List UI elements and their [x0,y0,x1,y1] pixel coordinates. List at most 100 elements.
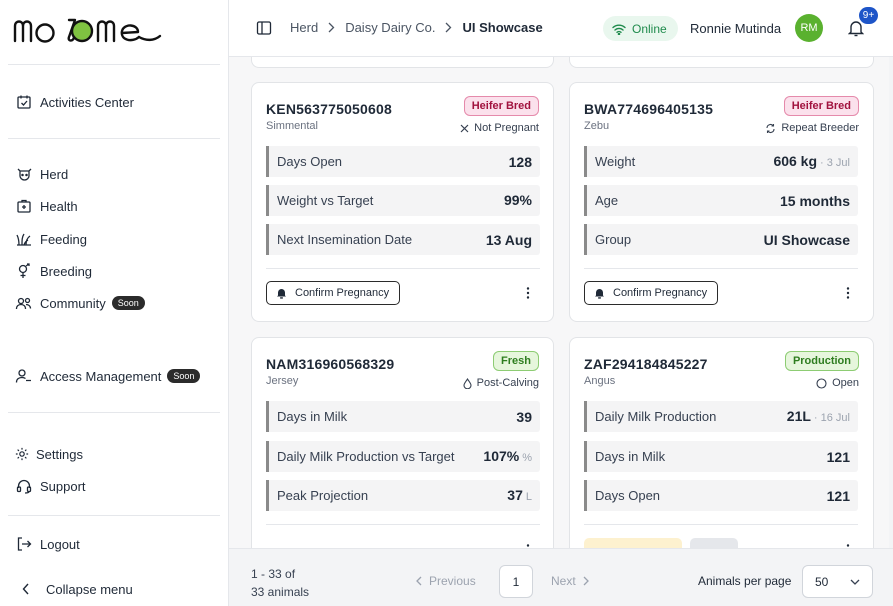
breadcrumb-herd[interactable]: Herd [290,20,318,35]
metric-value: UI Showcase [763,231,850,248]
metric-value: 21L [786,407,811,424]
previous-page-button[interactable]: Previous [416,574,476,588]
sidebar-item-label: Access Management [40,368,162,384]
mooome-logo[interactable] [12,8,164,48]
breadcrumb-farm[interactable]: Daisy Dairy Co. [345,20,435,35]
sidebar-item-logout[interactable]: Logout [15,533,80,555]
range-line-2: 33 animals [251,585,310,599]
soon-badge: Soon [111,296,145,310]
metric-value: 606 kg [773,152,818,169]
sidebar-item-feeding[interactable]: Feeding [15,228,87,250]
metric-date: · 3 Jul [820,156,850,169]
metric-row: Daily Milk Production vs Target 107%% [266,441,540,472]
previous-label: Previous [429,574,476,588]
metric-label: Peak Projection [277,488,369,503]
animal-tag-id[interactable]: BWA774696405135 [584,101,713,117]
card-divider [266,268,540,269]
metric-value: 37 [507,486,523,503]
card-divider [266,524,540,525]
sidebar-item-support[interactable]: Support [15,475,86,497]
animal-breed: Jersey [266,375,299,387]
sidebar-toggle-icon[interactable] [256,20,272,36]
metric-row: Daily Milk Production 21L · 16 Jul [584,401,858,432]
bell-icon [594,287,613,299]
current-page[interactable]: 1 [499,565,533,598]
metric-row: Days Open 121 [584,480,858,511]
sidebar-item-breeding[interactable]: Breeding [15,260,92,282]
sidebar-item-access-management[interactable]: Access Management Soon [15,365,201,387]
animal-card[interactable]: BWA774696405135 Zebu Heifer Bred Repeat … [569,82,874,322]
user-name[interactable]: Ronnie Mutinda [690,21,781,36]
sidebar-divider [8,138,220,139]
metric-label: Days Open [277,154,343,169]
sidebar-item-label: Breeding [40,263,93,279]
scrollbar[interactable] [889,57,893,548]
sidebar-item-settings[interactable]: Settings [15,443,83,465]
gear-icon [15,445,29,463]
metric-row: Days in Milk 39 [266,401,540,432]
animal-tag-id[interactable]: NAM316960568329 [266,356,394,372]
chevron-left-icon [20,580,32,598]
metric-label: Group [595,232,632,247]
sidebar-item-label: Community [40,295,106,311]
per-page-value: 50 [815,574,829,589]
metric-value: 128 [508,153,532,170]
logout-icon [15,535,33,553]
sidebar-divider [8,412,220,413]
substatus-label: Open [832,377,859,389]
x-icon [460,124,474,133]
animal-card[interactable]: KEN563775050608 Simmental Heifer Bred No… [251,82,554,322]
soon-badge: Soon [167,369,201,383]
confirm-pregnancy-button[interactable]: Confirm Pregnancy [584,281,719,305]
next-page-button[interactable]: Next [551,574,589,588]
sidebar-item-health[interactable]: Health [15,195,78,217]
gender-icon [15,262,33,280]
sidebar-item-label: Activities Center [40,94,134,110]
sidebar-item-label: Health [40,198,78,214]
substatus-label: Post-Calving [476,377,539,389]
sidebar-item-herd[interactable]: Herd [15,163,68,185]
metric-row: Peak Projection 37 L [266,480,540,511]
chevron-right-icon [583,576,589,586]
circle-icon [816,377,832,389]
metric-label: Next Insemination Date [277,232,413,247]
substatus-label: Not Pregnant [474,122,539,134]
more-options-icon[interactable] [525,286,531,300]
repeat-icon [765,123,781,134]
per-page-select[interactable]: 50 [802,565,873,598]
calendar-check-icon [15,93,33,111]
animal-breed: Zebu [584,120,610,132]
metric-row: Days Open 128 [266,146,540,177]
metric-unit: % [522,451,532,464]
animal-card[interactable]: NAM316960568329 Jersey Fresh Post-Calvin… [251,337,554,567]
sidebar-item-label: Settings [36,446,83,462]
sidebar-divider [8,515,220,516]
metric-value: 121 [826,448,850,465]
sidebar-item-label: Herd [40,166,69,182]
sidebar-item-community[interactable]: Community Soon [15,292,145,314]
card-divider [584,524,858,525]
metric-label: Days in Milk [595,449,666,464]
metric-label: Weight [595,154,636,169]
more-options-icon[interactable] [845,286,851,300]
sidebar-item-activities-center[interactable]: Activities Center [15,91,134,113]
collapse-menu-button[interactable]: Collapse menu [20,578,133,600]
animal-tag-id[interactable]: ZAF294184845227 [584,356,708,372]
metric-label: Weight vs Target [277,193,374,208]
animal-card[interactable]: ZAF294184845227 Angus Production Open Da… [569,337,874,567]
medical-kit-icon [15,197,33,215]
metric-unit: L [525,490,532,503]
wifi-icon [612,23,632,35]
people-icon [15,294,33,312]
range-line-1: 1 - 33 of [251,567,296,581]
metric-value: 121 [826,487,850,504]
headset-icon [15,477,33,495]
metric-row: Next Insemination Date 13 Aug [266,224,540,255]
avatar[interactable]: RM [795,14,823,42]
cow-icon [15,165,33,183]
metric-label: Days in Milk [277,409,348,424]
confirm-pregnancy-button[interactable]: Confirm Pregnancy [266,281,401,305]
notification-count-badge: 9+ [859,7,878,24]
animal-tag-id[interactable]: KEN563775050608 [266,101,392,117]
metric-value: 15 months [779,192,850,209]
